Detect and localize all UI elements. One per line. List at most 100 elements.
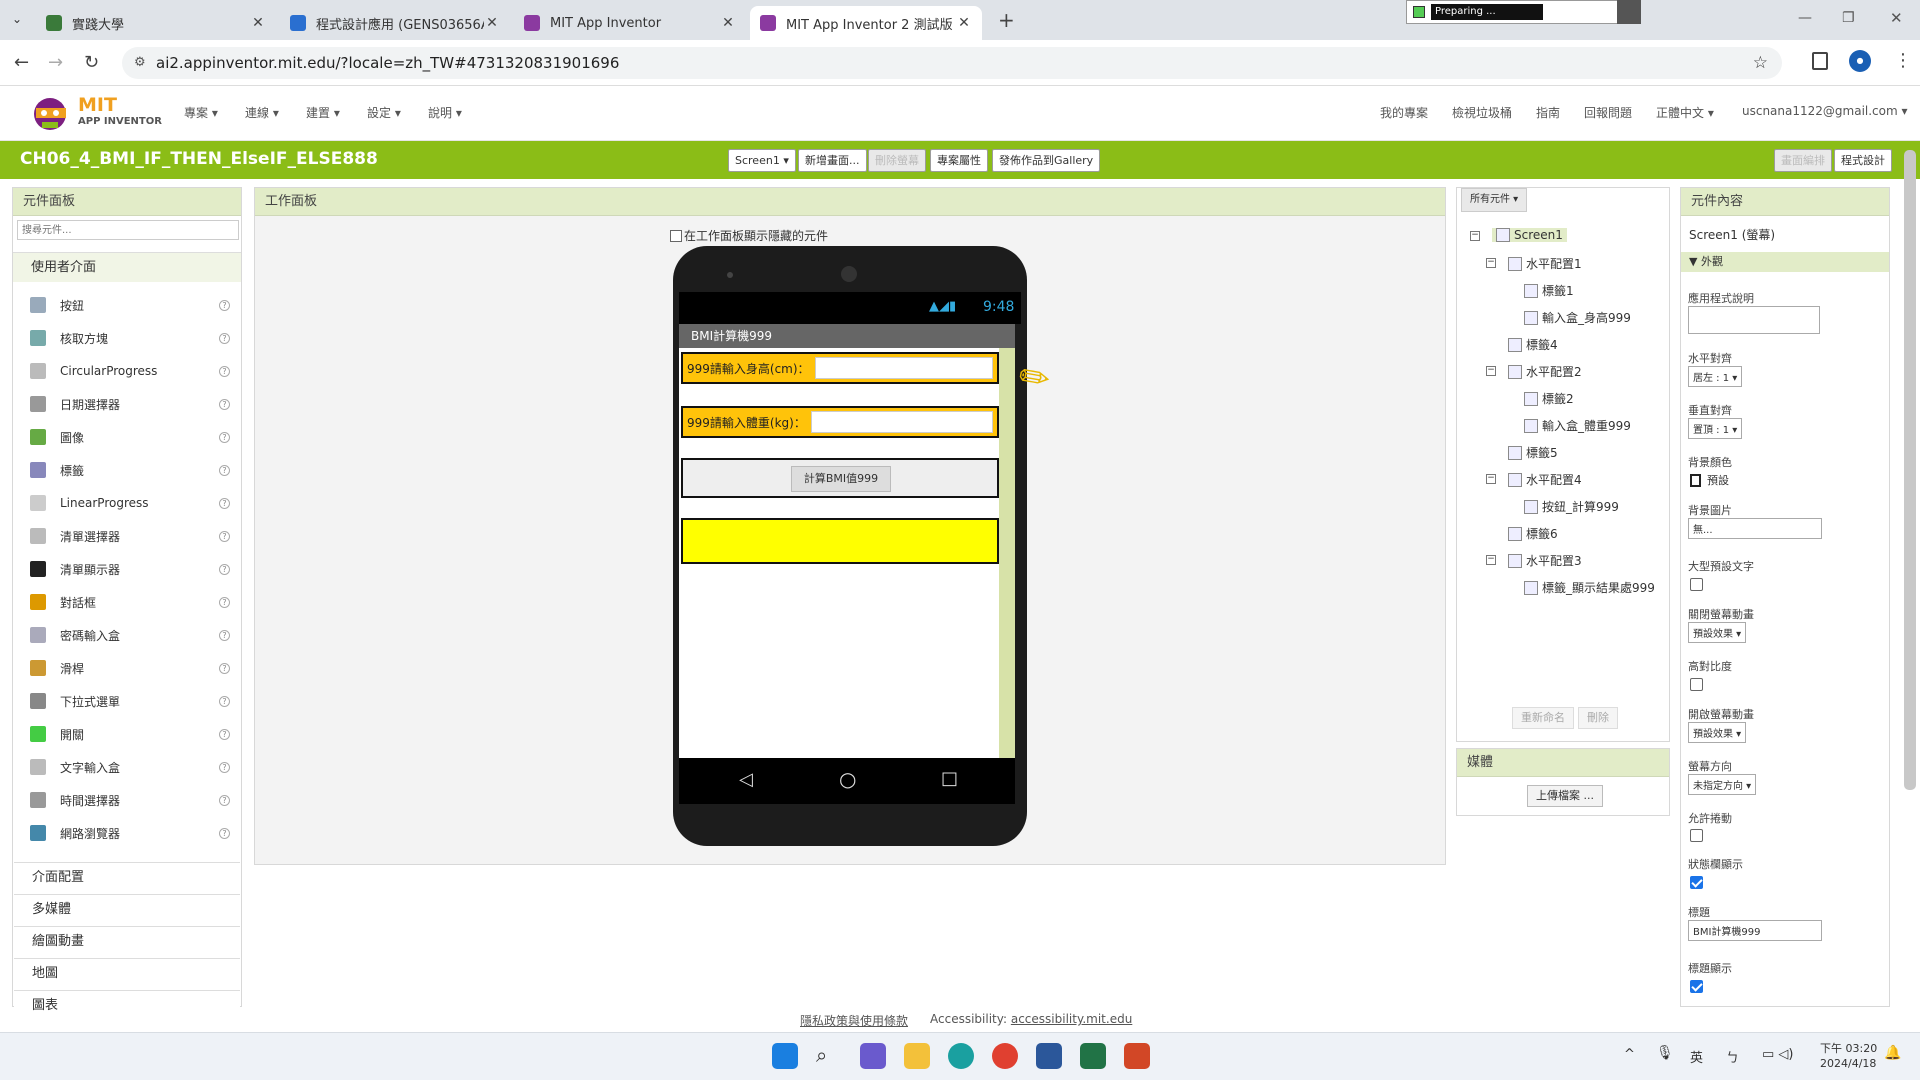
palette-item[interactable]: 圖像? — [12, 424, 232, 450]
browser-menu-icon[interactable]: ⋮ — [1894, 50, 1912, 71]
url-field[interactable]: ⚙ ai2.appinventor.mit.edu/?locale=zh_TW#… — [122, 47, 1782, 79]
tree-collapse-toggle[interactable]: − — [1470, 231, 1480, 241]
align-horizontal-select[interactable]: 居左 : 1 ▾ — [1688, 366, 1743, 387]
clock-date[interactable]: 2024/4/18 — [1820, 1057, 1876, 1070]
ime-language[interactable]: 英 — [1690, 1047, 1703, 1066]
open-animation-select[interactable]: 預設效果 ▾ — [1688, 722, 1747, 743]
height-row[interactable]: 999請輸入身高(cm)： — [681, 352, 999, 384]
sidepanel-icon[interactable] — [1812, 52, 1828, 70]
palette-item[interactable]: 核取方塊? — [12, 325, 232, 351]
scrollable-checkbox[interactable] — [1690, 829, 1703, 842]
help-icon[interactable]: ? — [219, 332, 230, 344]
blocks-button[interactable]: 程式設計 — [1834, 149, 1892, 172]
help-icon[interactable]: ? — [219, 794, 230, 806]
ime-mode[interactable]: ㄅ — [1726, 1047, 1739, 1066]
menu-guide[interactable]: 指南 — [1536, 104, 1560, 121]
menu-project[interactable]: 專案 ▾ — [184, 104, 218, 121]
palette-item[interactable]: 標籤? — [12, 457, 232, 483]
tree-collapse-toggle[interactable]: − — [1486, 366, 1496, 376]
weight-row[interactable]: 999請輸入體重(kg)： — [681, 406, 999, 438]
minimize-icon[interactable]: — — [1798, 10, 1812, 26]
site-info-icon[interactable]: ⚙ — [134, 47, 146, 79]
about-screen-textarea[interactable] — [1688, 306, 1820, 334]
palette-category[interactable]: 多媒體 — [14, 894, 240, 924]
network-volume-icon[interactable]: ▭ ◁) — [1762, 1047, 1793, 1062]
privacy-link[interactable]: 隱私政策與使用條款 — [800, 1012, 908, 1029]
upload-file-button[interactable]: 上傳檔案 ... — [1527, 785, 1603, 807]
tree-node[interactable]: 水平配置4 — [1508, 471, 1582, 488]
palette-item[interactable]: CircularProgress? — [12, 358, 232, 384]
search-icon[interactable]: ⌕ — [816, 1043, 842, 1069]
nav-recents-icon[interactable]: □ — [941, 768, 958, 789]
screen-orientation-select[interactable]: 未指定方向 ▾ — [1688, 774, 1757, 795]
accessibility-link[interactable]: accessibility.mit.edu — [1011, 1012, 1132, 1026]
file-explorer-icon[interactable] — [904, 1043, 930, 1069]
add-screen-button[interactable]: 新增畫面... — [798, 149, 867, 172]
tree-node[interactable]: Screen1 — [1492, 228, 1567, 242]
window-close-icon[interactable]: ✕ — [1890, 9, 1903, 27]
help-icon[interactable]: ? — [219, 827, 230, 839]
nav-back-icon[interactable]: ◁ — [739, 769, 753, 790]
background-color-picker[interactable]: 預設 — [1690, 472, 1729, 488]
forward-icon[interactable]: → — [48, 52, 63, 73]
tree-node[interactable]: 按鈕_計算999 — [1524, 498, 1619, 515]
chrome-icon[interactable] — [992, 1043, 1018, 1069]
tab-1[interactable]: 實踐大學 ✕ — [36, 6, 276, 40]
edge-icon[interactable] — [948, 1043, 974, 1069]
new-tab-icon[interactable]: + — [998, 8, 1015, 32]
palette-item[interactable]: 網路瀏覽器? — [12, 820, 232, 846]
palette-item[interactable]: LinearProgress? — [12, 490, 232, 516]
tree-node[interactable]: 標籤4 — [1508, 336, 1558, 353]
palette-item[interactable]: 文字輸入盒? — [12, 754, 232, 780]
palette-item[interactable]: 開關? — [12, 721, 232, 747]
page-scrollbar[interactable] — [1904, 150, 1916, 790]
close-icon[interactable]: ✕ — [720, 15, 736, 31]
menu-help[interactable]: 說明 ▾ — [428, 104, 462, 121]
tree-node[interactable]: 輸入盒_體重999 — [1524, 417, 1631, 434]
calculate-bmi-button[interactable]: 計算BMI值999 — [791, 466, 891, 492]
tree-node[interactable]: 水平配置1 — [1508, 255, 1582, 272]
components-filter-select[interactable]: 所有元件 ▾ — [1461, 188, 1528, 212]
background-image-picker[interactable]: 無... — [1688, 518, 1822, 539]
menu-trash[interactable]: 檢視垃圾桶 — [1452, 104, 1512, 121]
show-statusbar-checkbox[interactable] — [1690, 876, 1703, 889]
help-icon[interactable]: ? — [219, 563, 230, 575]
back-icon[interactable]: ← — [14, 52, 29, 73]
tray-overflow-icon[interactable]: ^ — [1624, 1047, 1635, 1062]
word-icon[interactable] — [1036, 1043, 1062, 1069]
palette-item[interactable]: 密碼輸入盒? — [12, 622, 232, 648]
palette-category[interactable]: 地圖 — [14, 958, 240, 988]
palette-item[interactable]: 滑桿? — [12, 655, 232, 681]
tree-node[interactable]: 標籤_顯示結果處999 — [1524, 579, 1655, 596]
restore-icon[interactable]: ❐ — [1842, 10, 1855, 26]
align-vertical-select[interactable]: 置頂 : 1 ▾ — [1688, 418, 1743, 439]
palette-item[interactable]: 下拉式選單? — [12, 688, 232, 714]
help-icon[interactable]: ? — [219, 398, 230, 410]
weight-input[interactable] — [811, 411, 993, 433]
menu-language[interactable]: 正體中文 ▾ — [1656, 104, 1714, 121]
reload-icon[interactable]: ↻ — [84, 52, 99, 73]
start-icon[interactable] — [772, 1043, 798, 1069]
tree-node[interactable]: 水平配置3 — [1508, 552, 1582, 569]
category-user-interface[interactable]: 使用者介面 — [13, 252, 241, 282]
nav-home-icon[interactable]: ○ — [839, 767, 856, 791]
designer-button[interactable]: 畫面編排 — [1774, 149, 1832, 172]
height-input[interactable] — [815, 357, 993, 379]
microphone-icon[interactable]: 🎙 — [1656, 1045, 1674, 1061]
tab-4-active[interactable]: MIT App Inventor 2 測試版 ✕ — [750, 6, 982, 40]
publish-gallery-button[interactable]: 發佈作品到Gallery — [992, 149, 1101, 172]
palette-item[interactable]: 時間選擇器? — [12, 787, 232, 813]
menu-build[interactable]: 建置 ▾ — [306, 104, 340, 121]
tab-search-icon[interactable]: ⌄ — [12, 12, 22, 26]
tree-node[interactable]: 水平配置2 — [1508, 363, 1582, 380]
menu-report-issue[interactable]: 回報問題 — [1584, 104, 1632, 121]
big-default-text-checkbox[interactable] — [1690, 578, 1703, 591]
close-animation-select[interactable]: 預設效果 ▾ — [1688, 622, 1747, 643]
help-icon[interactable]: ? — [219, 728, 230, 740]
help-icon[interactable]: ? — [219, 530, 230, 542]
palette-category[interactable]: 介面配置 — [14, 862, 240, 892]
help-icon[interactable]: ? — [219, 629, 230, 641]
help-icon[interactable]: ? — [219, 365, 230, 377]
help-icon[interactable]: ? — [219, 761, 230, 773]
help-icon[interactable]: ? — [219, 431, 230, 443]
